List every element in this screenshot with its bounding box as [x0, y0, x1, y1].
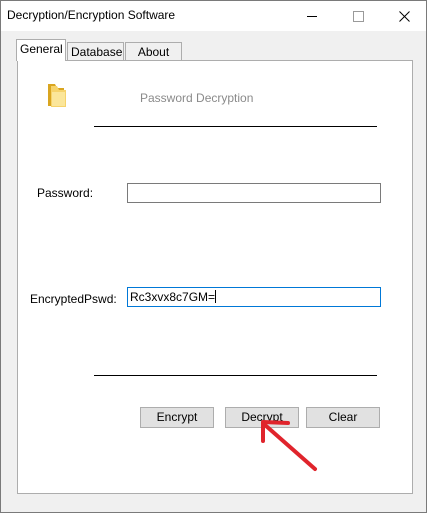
encrypt-button[interactable]: Encrypt [140, 407, 214, 428]
encrypted-password-label: EncryptedPswd: [30, 292, 117, 306]
tab-about-me[interactable]: About me [125, 42, 182, 77]
maximize-icon [352, 10, 364, 22]
password-input[interactable] [127, 183, 381, 203]
divider-bottom [94, 375, 377, 376]
minimize-icon [307, 15, 317, 17]
app-window: Decryption/Encryption Software General D… [0, 0, 427, 513]
encrypted-password-input[interactable]: Rc3xvx8c7GM= [127, 287, 381, 307]
window-title: Decryption/Encryption Software [7, 8, 176, 22]
close-button[interactable] [381, 1, 427, 31]
tab-database[interactable]: Database [67, 42, 124, 61]
close-icon [398, 10, 410, 22]
tab-general[interactable]: General [16, 39, 66, 61]
folder-icon [48, 84, 66, 107]
title-bar[interactable]: Decryption/Encryption Software [1, 1, 426, 31]
password-label: Password: [37, 186, 94, 200]
text-caret [215, 290, 217, 303]
decrypt-button[interactable]: Decrypt [225, 407, 299, 428]
encrypted-password-value: Rc3xvx8c7GM= [130, 290, 216, 304]
maximize-button[interactable] [335, 1, 381, 31]
minimize-button[interactable] [289, 1, 335, 31]
panel-title: Password Decryption [140, 91, 254, 105]
divider-top [94, 126, 377, 127]
clear-button[interactable]: Clear [306, 407, 380, 428]
general-tab-panel: Password Decryption Password: EncryptedP… [17, 60, 413, 494]
